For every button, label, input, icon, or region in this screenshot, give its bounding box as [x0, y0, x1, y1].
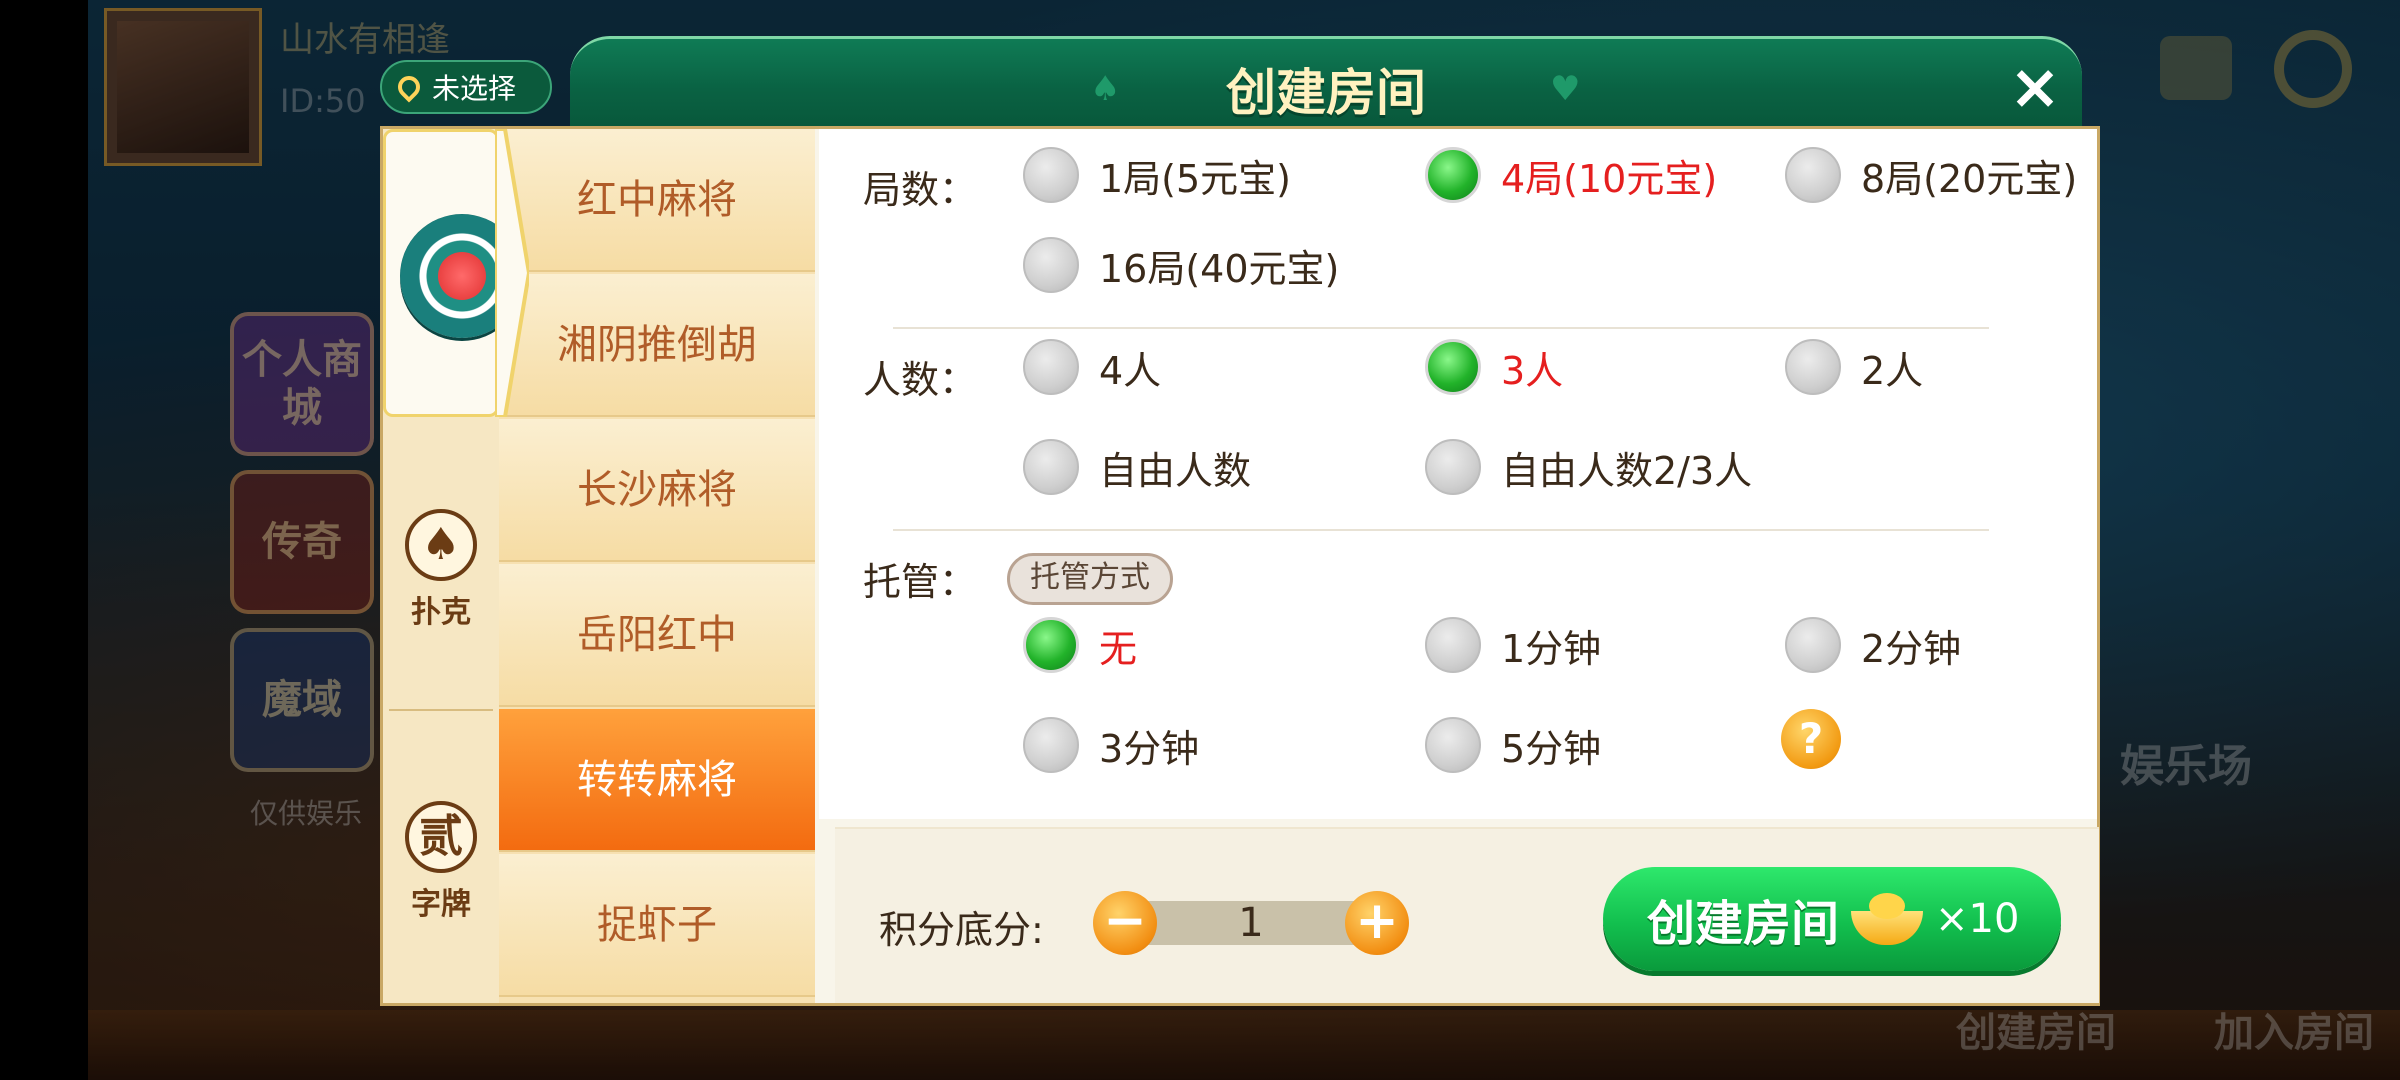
score-label: 积分底分:	[879, 908, 1044, 952]
trustee-label: 托管：	[863, 560, 978, 604]
radio-icon	[1785, 339, 1841, 395]
dialog-title: 创建房间	[1226, 64, 1426, 122]
location-selector[interactable]: 未选择	[380, 60, 552, 114]
score-value: 1	[1238, 900, 1264, 946]
players-option-4[interactable]: 4人	[1023, 339, 1161, 395]
game-item-hongzhong[interactable]: 红中麻将	[499, 129, 815, 272]
minus-button[interactable]: −	[1093, 891, 1157, 955]
gold-ingot-icon	[1851, 893, 1924, 945]
radio-selected-icon	[1425, 339, 1481, 395]
rounds-option-4[interactable]: 4局(10元宝)	[1425, 147, 1717, 203]
radio-selected-icon	[1023, 617, 1079, 673]
rounds-label: 局数：	[863, 168, 978, 212]
create-room-button[interactable]: 创建房间 ×10	[1603, 867, 2061, 971]
category-column: ♠ 扑克 贰 字牌	[383, 129, 524, 1003]
dialog-panel: ♠ 扑克 贰 字牌 红中麻将 湘阴推倒胡 长沙麻将 岳阳红中 转转麻将 捉虾子 …	[380, 126, 2100, 1006]
radio-icon	[1023, 147, 1079, 203]
rounds-option-16[interactable]: 16局(40元宝)	[1023, 237, 1339, 293]
help-icon[interactable]: ?	[1781, 709, 1841, 769]
section-divider	[893, 529, 1989, 531]
radio-selected-icon	[1425, 147, 1481, 203]
players-option-free-2-3[interactable]: 自由人数2/3人	[1425, 439, 1752, 495]
players-option-free[interactable]: 自由人数	[1023, 439, 1251, 495]
game-item-xiangyin[interactable]: 湘阴推倒胡	[499, 274, 815, 417]
plus-button[interactable]: +	[1345, 891, 1409, 955]
dialog-header: ♠ ♥ 创建房间	[570, 36, 2082, 131]
radio-icon	[1023, 339, 1079, 395]
zipai-icon: 贰	[405, 801, 477, 873]
category-zipai[interactable]: 贰 字牌	[383, 801, 499, 923]
section-divider	[893, 327, 1989, 329]
score-stepper: − 1 +	[1093, 891, 1409, 955]
radio-icon	[1023, 439, 1079, 495]
create-room-label: 创建房间	[1647, 896, 1840, 952]
location-label: 未选择	[432, 72, 517, 105]
radio-icon	[1023, 237, 1079, 293]
players-label: 人数：	[863, 358, 978, 402]
rounds-option-1[interactable]: 1局(5元宝)	[1023, 147, 1291, 203]
players-option-3[interactable]: 3人	[1425, 339, 1563, 395]
create-room-dialog: ♠ ♥ 创建房间 未选择 × ♠ 扑克 贰 字牌 红中麻将 湘阴推倒胡 长沙麻将…	[380, 36, 2100, 1006]
trustee-option-none[interactable]: 无	[1023, 617, 1137, 673]
radio-icon	[1425, 439, 1481, 495]
rounds-option-8[interactable]: 8局(20元宝)	[1785, 147, 2077, 203]
category-divider	[389, 709, 493, 711]
close-icon[interactable]: ×	[2002, 54, 2068, 120]
trustee-option-3min[interactable]: 3分钟	[1023, 717, 1199, 773]
radio-icon	[1425, 717, 1481, 773]
create-room-cost: ×10	[1935, 896, 2020, 942]
category-poker[interactable]: ♠ 扑克	[383, 509, 499, 631]
active-category-pointer	[495, 129, 529, 417]
radio-icon	[1023, 717, 1079, 773]
category-zipai-label: 字牌	[411, 887, 471, 922]
radio-icon	[1785, 617, 1841, 673]
game-item-zhuoxiazi[interactable]: 捉虾子	[499, 854, 815, 997]
category-mahjong[interactable]	[383, 129, 524, 417]
trustee-option-1min[interactable]: 1分钟	[1425, 617, 1601, 673]
trustee-mode-pill[interactable]: 托管方式	[1007, 553, 1173, 605]
game-item-yueyang[interactable]: 岳阳红中	[499, 564, 815, 707]
players-option-2[interactable]: 2人	[1785, 339, 1923, 395]
game-list: 红中麻将 湘阴推倒胡 长沙麻将 岳阳红中 转转麻将 捉虾子	[499, 129, 815, 1003]
radio-icon	[1785, 147, 1841, 203]
dialog-footer: 积分底分: − 1 + 创建房间 ×10	[835, 827, 2099, 1003]
options-area: 局数： 1局(5元宝) 4局(10元宝) 8局(20元宝) 16局(40元宝) …	[819, 129, 2097, 819]
game-item-zhuanzhuan[interactable]: 转转麻将	[499, 709, 815, 852]
trustee-option-2min[interactable]: 2分钟	[1785, 617, 1961, 673]
spade-icon: ♠	[405, 509, 477, 581]
radio-icon	[1425, 617, 1481, 673]
mahjong-emblem-center	[438, 252, 486, 300]
trustee-option-5min[interactable]: 5分钟	[1425, 717, 1601, 773]
location-pin-icon	[393, 71, 425, 103]
game-item-changsha[interactable]: 长沙麻将	[499, 419, 815, 562]
category-poker-label: 扑克	[411, 595, 471, 630]
